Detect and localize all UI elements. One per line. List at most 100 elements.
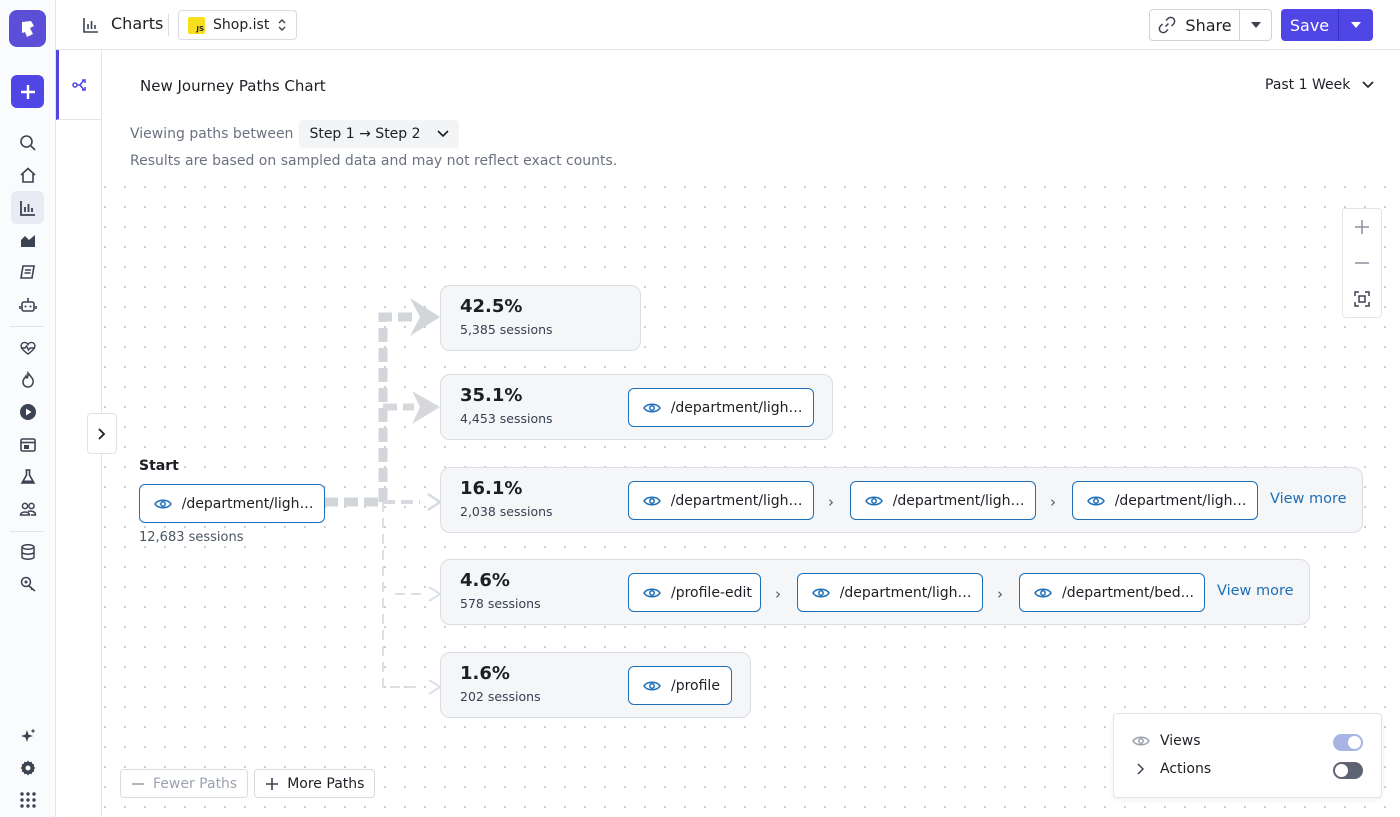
save-menu-button[interactable]	[1339, 9, 1373, 41]
chevron-right-icon: ›	[775, 585, 781, 603]
sparkle-icon[interactable]	[11, 719, 44, 752]
rail-divider	[10, 326, 44, 327]
updown-chevron-icon	[278, 19, 286, 31]
journey-canvas: New Journey Paths Chart Past 1 Week View…	[102, 50, 1400, 817]
path-sessions: 578 sessions	[460, 596, 541, 611]
legend-panel: Views Actions	[1113, 713, 1382, 798]
eye-icon	[812, 588, 830, 597]
eye-icon	[865, 496, 883, 505]
chevron-right-icon[interactable]	[1132, 763, 1150, 775]
expand-panel-button[interactable]	[87, 413, 117, 454]
project-selector[interactable]: JS Shop.ist	[178, 10, 297, 40]
path-card[interactable]: 1.6% 202 sessions /profile	[440, 652, 751, 718]
page-node-label: /profile	[671, 677, 720, 694]
path-percent: 4.6%	[460, 570, 510, 591]
rail-divider	[10, 531, 44, 532]
legend-views-label: Views	[1160, 733, 1201, 749]
page-node[interactable]: /department/light...	[628, 481, 814, 520]
save-button[interactable]: Save	[1281, 9, 1339, 41]
notebook-icon[interactable]	[11, 255, 44, 288]
legend-actions-label: Actions	[1160, 761, 1212, 777]
path-card[interactable]: 35.1% 4,453 sessions /department/light..…	[440, 374, 833, 440]
chevron-right-icon: ›	[1050, 493, 1056, 511]
zoom-in-icon[interactable]	[1354, 219, 1370, 235]
bar-chart-icon	[82, 16, 100, 38]
logo-icon[interactable]	[9, 10, 46, 47]
page-node-label: /department/light...	[839, 584, 974, 601]
eye-icon	[643, 681, 661, 690]
eye-icon	[1087, 496, 1105, 505]
grid-icon[interactable]	[11, 783, 44, 816]
eye-icon	[1132, 736, 1150, 746]
page-node[interactable]: /department/light...	[628, 388, 814, 427]
page-node[interactable]: /department/light...	[850, 481, 1036, 520]
path-percent: 42.5%	[460, 296, 523, 317]
chevron-down-icon	[1351, 22, 1361, 28]
page-node-label: /department/bed...	[1062, 584, 1194, 601]
save-group: Save	[1281, 9, 1373, 41]
window-icon[interactable]	[11, 428, 44, 461]
fit-icon[interactable]	[1354, 291, 1370, 307]
left-rail	[0, 0, 56, 817]
breadcrumb-charts[interactable]: Charts	[111, 14, 163, 33]
bar-chart-icon[interactable]	[11, 191, 44, 224]
page-node-label: /department/light...	[670, 399, 805, 416]
path-sessions: 202 sessions	[460, 689, 541, 704]
flask-icon[interactable]	[11, 460, 44, 493]
settings-search-icon[interactable]	[11, 567, 44, 600]
page-node-label: /department/light...	[892, 492, 1027, 509]
play-icon[interactable]	[11, 395, 44, 428]
top-bar: Charts JS Shop.ist Share Save	[56, 0, 1400, 50]
eye-icon	[643, 588, 661, 597]
chevron-right-icon: ›	[828, 493, 834, 511]
start-page-node[interactable]: /department/light...	[139, 484, 325, 523]
chevron-down-icon	[1250, 22, 1261, 28]
chevron-right-icon: ›	[997, 585, 1003, 603]
flame-icon[interactable]	[11, 363, 44, 396]
fewer-paths-button[interactable]: Fewer Paths	[120, 769, 249, 798]
plus-icon[interactable]	[11, 75, 44, 108]
actions-toggle[interactable]	[1333, 762, 1363, 779]
minus-icon	[132, 782, 144, 785]
users-icon[interactable]	[11, 492, 44, 525]
page-node-label: /department/light...	[670, 492, 805, 509]
chevron-right-icon	[98, 427, 106, 440]
share-group: Share	[1149, 9, 1272, 41]
area-chart-icon[interactable]	[11, 223, 44, 256]
eye-icon	[643, 403, 661, 412]
share-label: Share	[1185, 15, 1232, 35]
more-paths-button[interactable]: More Paths	[254, 769, 376, 798]
eye-icon	[154, 499, 172, 508]
path-percent: 16.1%	[460, 478, 523, 499]
more-paths-label: More Paths	[287, 775, 365, 792]
journey-paths-tab[interactable]	[56, 50, 101, 120]
path-percent: 35.1%	[460, 385, 523, 406]
database-icon[interactable]	[11, 535, 44, 568]
share-button[interactable]: Share	[1150, 10, 1240, 40]
start-label: Start	[139, 458, 179, 474]
path-percent: 1.6%	[460, 663, 510, 684]
path-card[interactable]: 4.6% 578 sessions /profile-edit › /depar…	[440, 559, 1310, 625]
home-icon[interactable]	[11, 158, 44, 191]
robot-icon[interactable]	[11, 288, 44, 321]
heartbeat-icon[interactable]	[11, 331, 44, 364]
page-node[interactable]: /department/bed...	[1019, 573, 1205, 612]
gear-icon[interactable]	[11, 751, 44, 784]
page-node-label: /department/light...	[1114, 492, 1249, 509]
path-card[interactable]: 42.5% 5,385 sessions	[440, 285, 641, 351]
js-badge-icon: JS	[188, 16, 205, 34]
fewer-paths-label: Fewer Paths	[153, 775, 238, 792]
path-sessions: 2,038 sessions	[460, 504, 553, 519]
view-more-link[interactable]: View more	[1217, 583, 1294, 599]
page-node[interactable]: /department/light...	[797, 573, 983, 612]
page-node[interactable]: /profile-edit	[628, 573, 761, 612]
search-icon[interactable]	[11, 126, 44, 159]
views-toggle[interactable]	[1333, 734, 1363, 751]
zoom-out-icon[interactable]	[1354, 255, 1370, 271]
share-menu-button[interactable]	[1240, 10, 1271, 40]
path-sessions: 4,453 sessions	[460, 411, 553, 426]
view-more-link[interactable]: View more	[1270, 491, 1347, 507]
path-card[interactable]: 16.1% 2,038 sessions /department/light..…	[440, 467, 1363, 533]
page-node[interactable]: /department/light...	[1072, 481, 1258, 520]
page-node[interactable]: /profile	[628, 666, 732, 705]
